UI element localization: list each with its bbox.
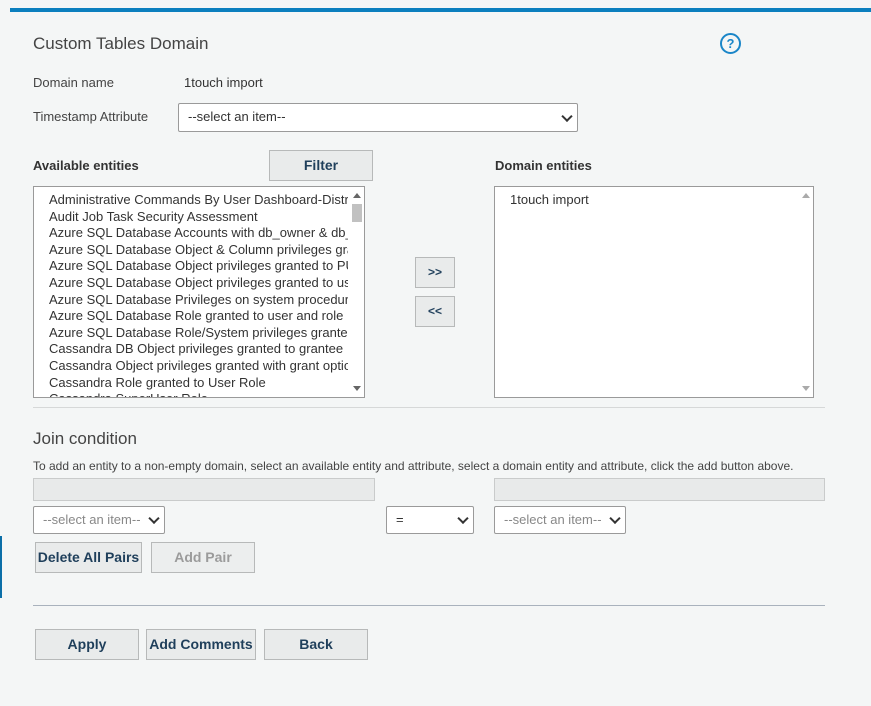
chevron-down-icon — [148, 512, 160, 525]
footer-divider — [33, 605, 825, 606]
scroll-down-icon[interactable] — [353, 386, 361, 391]
add-pair-button[interactable]: Add Pair — [151, 542, 255, 573]
domain-entities-label: Domain entities — [495, 158, 592, 173]
join-condition-title: Join condition — [33, 429, 137, 448]
top-accent-bar — [10, 8, 871, 12]
page-title: Custom Tables Domain — [33, 34, 209, 53]
available-entity-item[interactable]: Cassandra DB Object privileges granted t… — [49, 341, 348, 357]
available-entities-scrollbar[interactable] — [349, 187, 364, 397]
help-icon[interactable]: ? — [720, 33, 741, 54]
back-button[interactable]: Back — [264, 629, 368, 660]
right-attribute-selected: --select an item-- — [504, 512, 602, 527]
join-condition-note: To add an entity to a non-empty domain, … — [33, 459, 794, 473]
domain-form: Custom Tables Domain ? Domain name 1touc… — [0, 0, 871, 706]
domain-name-label: Domain name — [33, 75, 114, 90]
timestamp-attribute-selected: --select an item-- — [188, 109, 286, 124]
available-entity-item[interactable]: Azure SQL Database Accounts with db_owne… — [49, 225, 348, 241]
chevron-down-icon — [609, 512, 621, 525]
add-entity-button[interactable]: >> — [415, 257, 455, 288]
available-entity-item[interactable]: Cassandra SuperUser Role — [49, 391, 348, 397]
domain-entity-item[interactable]: 1touch import — [510, 192, 795, 208]
left-attribute-selected: --select an item-- — [43, 512, 141, 527]
remove-entity-button[interactable]: << — [415, 296, 455, 327]
section-divider — [33, 407, 825, 408]
available-entity-item[interactable]: Cassandra Role granted to User Role — [49, 375, 348, 391]
chevron-down-icon — [457, 512, 469, 525]
scroll-up-icon[interactable] — [802, 193, 810, 198]
available-entity-item[interactable]: Administrative Commands By User Dashboar… — [49, 192, 348, 208]
available-entity-item[interactable]: Azure SQL Database Role/System privilege… — [49, 325, 348, 341]
delete-all-pairs-button[interactable]: Delete All Pairs — [35, 542, 142, 573]
domain-name-value: 1touch import — [184, 75, 263, 90]
left-edge-marker — [0, 536, 2, 598]
available-entity-item[interactable]: Azure SQL Database Privileges on system … — [49, 292, 348, 308]
scroll-down-icon[interactable] — [802, 386, 810, 391]
left-entity-field — [33, 478, 375, 501]
domain-entities-list[interactable]: 1touch import — [494, 186, 814, 398]
available-entities-list[interactable]: Administrative Commands By User Dashboar… — [33, 186, 365, 398]
filter-button[interactable]: Filter — [269, 150, 373, 181]
available-entity-item[interactable]: Azure SQL Database Object privileges gra… — [49, 258, 348, 274]
right-entity-field — [494, 478, 825, 501]
available-entities-label: Available entities — [33, 158, 139, 173]
timestamp-attribute-select[interactable]: --select an item-- — [178, 103, 578, 132]
scroll-up-icon[interactable] — [353, 193, 361, 198]
available-entity-item[interactable]: Audit Job Task Security Assessment — [49, 209, 348, 225]
right-attribute-select[interactable]: --select an item-- — [494, 506, 626, 534]
available-entity-item[interactable]: Azure SQL Database Object privileges gra… — [49, 275, 348, 291]
scroll-thumb[interactable] — [352, 204, 362, 222]
add-comments-button[interactable]: Add Comments — [146, 629, 256, 660]
left-attribute-select[interactable]: --select an item-- — [33, 506, 165, 534]
chevron-down-icon — [561, 110, 573, 122]
operator-select[interactable]: = — [386, 506, 474, 534]
operator-selected: = — [396, 512, 404, 527]
apply-button[interactable]: Apply — [35, 629, 139, 660]
available-entity-item[interactable]: Cassandra Object privileges granted with… — [49, 358, 348, 374]
timestamp-attribute-label: Timestamp Attribute — [33, 109, 149, 124]
domain-entities-scrollbar[interactable] — [798, 187, 813, 397]
available-entity-item[interactable]: Azure SQL Database Object & Column privi… — [49, 242, 348, 258]
available-entity-item[interactable]: Azure SQL Database Role granted to user … — [49, 308, 348, 324]
